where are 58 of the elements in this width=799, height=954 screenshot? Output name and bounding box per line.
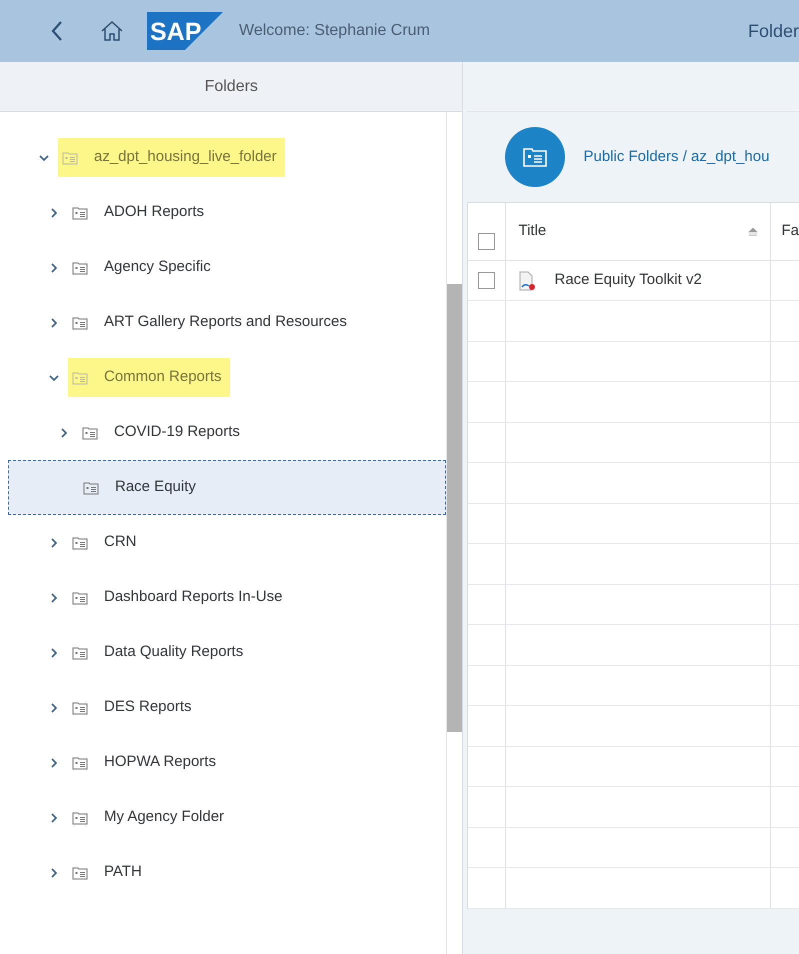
tree-item[interactable]: Data Quality Reports <box>8 625 446 680</box>
tree-item-label: Dashboard Reports In-Use <box>72 586 282 609</box>
tree-item[interactable]: PATH <box>8 845 446 900</box>
back-icon[interactable] <box>50 19 64 43</box>
scrollbar-thumb[interactable] <box>447 284 462 732</box>
tree-item[interactable]: DES Reports <box>8 680 446 735</box>
row-checkbox[interactable] <box>478 272 496 289</box>
tree-item[interactable]: My Agency Folder <box>8 790 446 845</box>
page-title: Folder <box>748 20 799 42</box>
folder-icon <box>72 536 88 550</box>
folder-icon <box>62 150 78 164</box>
tree-item[interactable]: az_dpt_housing_live_folder <box>8 130 446 185</box>
folder-icon <box>72 866 88 880</box>
breadcrumb[interactable]: Public Folders / az_dpt_hou <box>583 146 770 168</box>
folder-icon <box>72 590 88 604</box>
table-cell[interactable]: Race Equity Toolkit v2 <box>554 269 702 292</box>
tree-item[interactable]: Dashboard Reports In-Use <box>8 570 446 625</box>
folder-icon <box>83 480 99 494</box>
tree-item-label: CRN <box>72 531 136 554</box>
tree-item[interactable]: ADOH Reports <box>8 185 446 240</box>
tree-item-label: Agency Specific <box>72 256 211 279</box>
tree-item[interactable]: CRN <box>8 515 446 570</box>
folder-icon <box>72 316 88 330</box>
column-header[interactable]: Fa <box>781 220 799 243</box>
folder-icon <box>523 147 548 167</box>
folder-icon <box>72 260 88 274</box>
tree-item[interactable]: Agency Specific <box>8 240 446 295</box>
tree-item-label: Race Equity <box>83 476 196 499</box>
tree-item-label: Data Quality Reports <box>72 641 244 664</box>
tree-item-label: DES Reports <box>72 696 192 719</box>
tree-item[interactable]: Common Reports <box>8 350 446 405</box>
folder-icon <box>72 700 88 714</box>
sort-icon[interactable] <box>748 228 758 236</box>
folder-icon <box>72 370 88 384</box>
tree-item-label: HOPWA Reports <box>72 751 216 774</box>
tree-item-label: PATH <box>72 861 142 884</box>
tree-item-label: Common Reports <box>68 358 230 397</box>
folder-icon <box>72 810 88 824</box>
select-all-checkbox[interactable] <box>478 233 496 250</box>
folder-icon <box>72 646 88 660</box>
welcome-text: Welcome: Stephanie Crum <box>239 21 430 41</box>
tree-item[interactable]: COVID-19 Reports <box>8 405 446 460</box>
logo: SAP <box>147 12 223 50</box>
tree-item[interactable]: ART Gallery Reports and Resources <box>8 295 446 350</box>
tree-item-label: My Agency Folder <box>72 806 224 829</box>
folder-icon <box>82 426 98 440</box>
folder-icon <box>72 206 88 220</box>
column-header[interactable]: Title <box>518 220 546 243</box>
tree-item-label: ART Gallery Reports and Resources <box>72 311 347 334</box>
home-icon[interactable] <box>99 19 125 43</box>
document-icon <box>518 270 536 290</box>
tree-item[interactable]: HOPWA Reports <box>8 735 446 790</box>
panel-title: Folders <box>204 76 258 96</box>
folder-icon <box>72 756 88 770</box>
tree-item[interactable]: Race Equity <box>8 460 446 515</box>
tree-item-label: az_dpt_housing_live_folder <box>58 138 285 177</box>
tree-item-label: COVID-19 Reports <box>82 421 240 444</box>
tree-item-label: ADOH Reports <box>72 201 204 224</box>
